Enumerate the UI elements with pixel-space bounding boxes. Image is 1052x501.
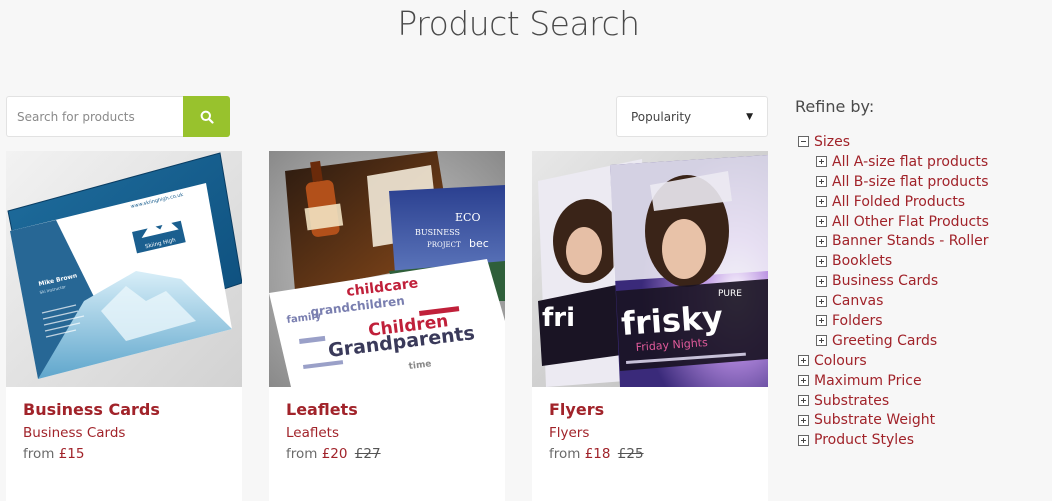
expand-icon[interactable] bbox=[816, 315, 827, 327]
business-word: BUSINESS bbox=[415, 228, 460, 237]
search-input[interactable] bbox=[6, 96, 183, 137]
page-title: Product Search bbox=[397, 4, 640, 43]
expand-icon[interactable] bbox=[816, 255, 827, 267]
flyers-image[interactable]: fri PURE frisky Friday Nights bbox=[532, 151, 768, 387]
price-prefix: from bbox=[286, 446, 318, 462]
filter-label: Greeting Cards bbox=[832, 332, 938, 349]
product-subtitle: Business Cards bbox=[23, 425, 126, 441]
filter-product-styles[interactable]: Product Styles bbox=[795, 430, 1052, 450]
filter-label: Booklets bbox=[832, 253, 893, 270]
filter-colours[interactable]: Colours bbox=[795, 351, 1052, 371]
refine-tree: Sizes All A-size flat products All B-siz… bbox=[795, 132, 1052, 450]
sort-dropdown[interactable]: Popularity ▼ bbox=[616, 96, 768, 137]
search-button[interactable] bbox=[183, 96, 230, 137]
product-price: from £20 £27 bbox=[286, 445, 488, 463]
filter-sizes[interactable]: Sizes bbox=[795, 132, 1052, 152]
filter-label: All A-size flat products bbox=[832, 153, 989, 170]
bec-word: bec bbox=[469, 237, 489, 250]
filter-size-item[interactable]: All B-size flat products bbox=[795, 172, 1052, 192]
product-title[interactable]: Leaflets bbox=[286, 400, 488, 420]
filter-label: Product Styles bbox=[814, 432, 915, 449]
search-bar bbox=[6, 96, 230, 137]
expand-icon[interactable] bbox=[816, 295, 827, 307]
expand-icon[interactable] bbox=[816, 216, 827, 227]
expand-icon[interactable] bbox=[816, 335, 827, 347]
price-previous: £27 bbox=[354, 446, 381, 462]
filter-size-item[interactable]: Folders bbox=[795, 311, 1052, 331]
price-current: £18 bbox=[584, 446, 611, 462]
price-prefix: from bbox=[549, 446, 581, 462]
product-subtitle: Flyers bbox=[549, 425, 590, 441]
flyer-frisky-text: frisky bbox=[620, 298, 724, 343]
filter-label: All B-size flat products bbox=[832, 173, 989, 190]
expand-icon[interactable] bbox=[816, 176, 827, 188]
filter-label: Sizes bbox=[814, 133, 851, 150]
product-card-business-cards[interactable]: Skiing High www.skiinghigh.co.uk Mike Br… bbox=[6, 151, 242, 501]
filter-size-item[interactable]: All A-size flat products bbox=[795, 152, 1052, 172]
search-icon bbox=[200, 110, 214, 124]
expand-icon[interactable] bbox=[798, 434, 809, 446]
filter-size-item[interactable]: Booklets bbox=[795, 251, 1052, 271]
filter-label: All Folded Products bbox=[832, 193, 966, 210]
product-card-leaflets[interactable]: ECO BUSINESS PROJECT bec childcare grand… bbox=[269, 151, 505, 501]
expand-icon[interactable] bbox=[816, 156, 827, 168]
filter-size-item[interactable]: Banner Stands - Roller bbox=[795, 231, 1052, 251]
leaflets-image[interactable]: ECO BUSINESS PROJECT bec childcare grand… bbox=[269, 151, 505, 387]
filter-size-item[interactable]: All Other Flat Products bbox=[795, 212, 1052, 232]
flyer-pure-text: PURE bbox=[718, 289, 742, 299]
expand-icon[interactable] bbox=[816, 275, 827, 287]
price-current: £15 bbox=[58, 446, 85, 462]
eco-word: ECO bbox=[455, 211, 480, 224]
filter-label: Banner Stands - Roller bbox=[832, 233, 989, 250]
dropdown-arrow-icon: ▼ bbox=[746, 111, 753, 122]
svg-text:fri: fri bbox=[542, 303, 575, 333]
filter-label: Folders bbox=[832, 312, 883, 329]
expand-icon[interactable] bbox=[816, 196, 827, 208]
product-price: from £18 £25 bbox=[549, 445, 751, 463]
filter-label: Business Cards bbox=[832, 273, 939, 290]
business-cards-image[interactable]: Skiing High www.skiinghigh.co.uk Mike Br… bbox=[6, 151, 242, 387]
expand-icon[interactable] bbox=[798, 395, 809, 407]
price-current: £20 bbox=[321, 446, 348, 462]
product-title[interactable]: Business Cards bbox=[23, 400, 225, 420]
expand-icon[interactable] bbox=[798, 414, 809, 426]
price-prefix: from bbox=[23, 446, 55, 462]
filter-label: Canvas bbox=[832, 293, 884, 310]
expand-icon[interactable] bbox=[798, 355, 809, 367]
filter-size-item[interactable]: Greeting Cards bbox=[795, 331, 1052, 351]
filter-label: Maximum Price bbox=[814, 372, 922, 389]
filter-size-item[interactable]: Business Cards bbox=[795, 271, 1052, 291]
filter-maximum-price[interactable]: Maximum Price bbox=[795, 371, 1052, 391]
filter-label: All Other Flat Products bbox=[832, 213, 989, 230]
filter-substrates[interactable]: Substrates bbox=[795, 391, 1052, 411]
sort-selected-value: Popularity bbox=[631, 109, 692, 124]
product-subtitle: Leaflets bbox=[286, 425, 339, 441]
filter-label: Colours bbox=[814, 352, 867, 369]
expand-icon[interactable] bbox=[798, 375, 809, 387]
price-previous: £25 bbox=[617, 446, 644, 462]
product-title[interactable]: Flyers bbox=[549, 400, 751, 420]
expand-icon[interactable] bbox=[816, 235, 827, 247]
collapse-icon[interactable] bbox=[798, 136, 809, 148]
refine-panel: Refine by: Sizes All A-size flat product… bbox=[795, 97, 1052, 450]
product-card-flyers[interactable]: fri PURE frisky Friday Nights Flyers Fly… bbox=[532, 151, 768, 501]
filter-size-item[interactable]: Canvas bbox=[795, 291, 1052, 311]
filter-size-item[interactable]: All Folded Products bbox=[795, 192, 1052, 212]
filter-label: Substrate Weight bbox=[814, 412, 936, 429]
filter-substrate-weight[interactable]: Substrate Weight bbox=[795, 410, 1052, 430]
project-word: PROJECT bbox=[427, 241, 461, 249]
filter-label: Substrates bbox=[814, 392, 890, 409]
product-price: from £15 bbox=[23, 445, 225, 463]
refine-title: Refine by: bbox=[795, 97, 875, 116]
